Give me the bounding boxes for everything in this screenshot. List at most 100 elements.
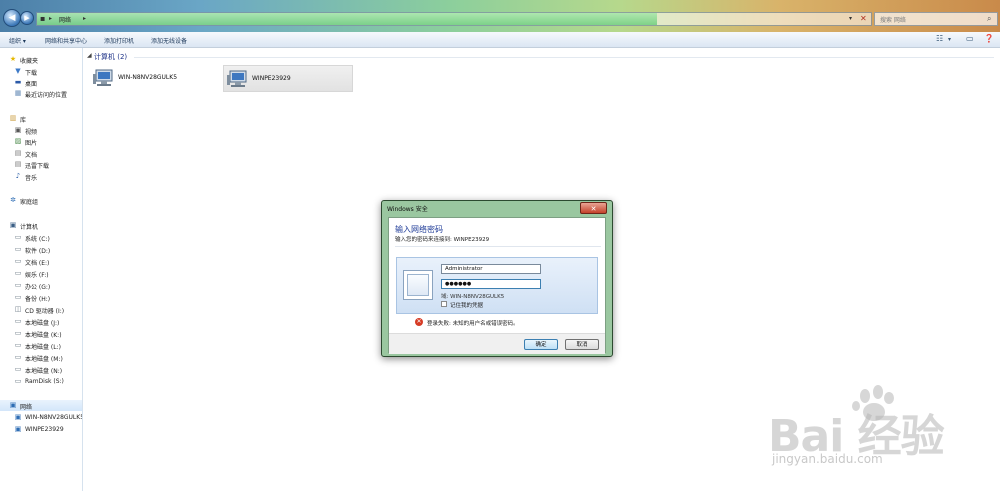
network-icon: ▣	[9, 401, 17, 409]
add-printer-button[interactable]: 添加打印机	[104, 36, 134, 45]
nav-item-desktop[interactable]: ▬ 桌面	[0, 77, 82, 88]
watermark-url: jingyan.baidu.com	[772, 452, 883, 466]
forward-arrow-icon[interactable]: ▶	[20, 11, 34, 25]
computer-name: WINPE23929	[252, 75, 291, 82]
network-sharing-center-button[interactable]: 网络和共享中心	[45, 36, 87, 45]
star-icon: ★	[9, 55, 17, 63]
network-computer-icon	[227, 70, 247, 87]
nav-item-drive-g[interactable]: ▭ 办公 (G:)	[0, 280, 82, 291]
computer-tile-selected[interactable]: WINPE23929	[223, 65, 353, 92]
organize-button[interactable]: 组织 ▾	[9, 36, 26, 45]
ok-button[interactable]: 确定	[524, 339, 558, 350]
nav-label: 图片	[25, 140, 38, 147]
nav-label: 本地磁盘 (L:)	[25, 344, 61, 351]
computer-tile[interactable]: WIN-N8NV28GULK5	[90, 65, 220, 92]
nav-network[interactable]: ▣ 网络	[0, 400, 82, 411]
search-box[interactable]: 搜索 网络 ⌕	[874, 12, 998, 26]
group-header[interactable]: 计算机 (2)	[94, 52, 127, 62]
drive-icon: ▭	[14, 317, 22, 325]
nav-label: WINPE23929	[25, 426, 64, 433]
music-icon: ♪	[15, 172, 21, 180]
nav-item-recent-places[interactable]: ▦ 最近访问的位置	[0, 88, 82, 99]
drive-icon: ▭	[14, 293, 22, 301]
nav-item-drive-k[interactable]: ▭ 本地磁盘 (K:)	[0, 328, 82, 339]
nav-label: 娱乐 (F:)	[25, 272, 49, 279]
domain-label: 域: WIN-N8NV28GULK5	[441, 294, 505, 300]
add-wireless-device-button[interactable]: 添加无线设备	[151, 36, 187, 45]
breadcrumb-chevron-icon[interactable]: ▸	[49, 14, 52, 24]
nav-label: 办公 (G:)	[25, 284, 51, 291]
network-computer-icon	[93, 69, 113, 86]
nav-item-drive-n[interactable]: ▭ 本地磁盘 (N:)	[0, 364, 82, 375]
nav-item-music[interactable]: ♪ 音乐	[0, 171, 82, 182]
help-icon[interactable]: ❓	[984, 34, 994, 43]
nav-item-pictures[interactable]: ▨ 图片	[0, 136, 82, 147]
nav-item-documents[interactable]: ▤ 文档	[0, 148, 82, 159]
back-arrow-icon[interactable]: ◀	[3, 9, 21, 27]
computer-icon: ▣	[9, 221, 17, 229]
remember-label[interactable]: 记住我的凭据	[450, 301, 483, 309]
nav-item-drive-c[interactable]: ▭ 系统 (C:)	[0, 232, 82, 243]
nav-libraries[interactable]: ▥ 库	[0, 113, 82, 124]
nav-item-videos[interactable]: ▣ 视频	[0, 125, 82, 136]
nav-item-downloads[interactable]: ▼ 下载	[0, 66, 82, 77]
nav-label: 文档 (E:)	[25, 260, 50, 267]
nav-item-drive-i[interactable]: ◫ CD 驱动器 (I:)	[0, 304, 82, 315]
nav-item-drive-s[interactable]: ▭ RamDisk (S:)	[0, 376, 82, 387]
nav-homegroup[interactable]: ✲ 家庭组	[0, 195, 82, 206]
network-computer-icon: ▣	[14, 413, 22, 421]
drive-icon: ▭	[14, 245, 22, 253]
search-icon[interactable]: ⌕	[987, 14, 991, 24]
video-icon: ▣	[14, 126, 22, 134]
nav-item-network-computer[interactable]: ▣ WIN-N8NV28GULK5	[0, 412, 82, 423]
nav-label: 软件 (D:)	[25, 248, 51, 255]
breadcrumb-chevron-icon[interactable]: ▸	[83, 14, 86, 24]
download-folder-icon: ▼	[15, 67, 21, 75]
address-bar[interactable]: ▪ ▸ 网络 ▸ ▾ ✕	[36, 12, 872, 26]
nav-item-drive-l[interactable]: ▭ 本地磁盘 (L:)	[0, 340, 82, 351]
cancel-button[interactable]: 取消	[565, 339, 599, 350]
nav-label: 视频	[25, 129, 38, 136]
view-options-icon[interactable]: ☷	[936, 34, 943, 43]
nav-label: 计算机	[20, 224, 39, 231]
drive-icon: ▭	[14, 269, 22, 277]
stop-icon[interactable]: ✕	[860, 14, 867, 24]
nav-label: RamDisk (S:)	[25, 378, 64, 385]
preview-pane-icon[interactable]: ▭	[966, 34, 974, 43]
address-dropdown-icon[interactable]: ▾	[849, 14, 852, 24]
nav-label: 文档	[25, 152, 38, 159]
dialog-body: 输入网络密码 输入您的密码来连接到: WINPE23929 Administra…	[388, 217, 606, 354]
drive-icon: ▭	[14, 341, 22, 349]
nav-label: 系统 (C:)	[25, 236, 50, 243]
drive-icon: ▭	[14, 233, 22, 241]
nav-item-drive-d[interactable]: ▭ 软件 (D:)	[0, 244, 82, 255]
nav-item-drive-f[interactable]: ▭ 娱乐 (F:)	[0, 268, 82, 279]
nav-label: 本地磁盘 (K:)	[25, 332, 62, 339]
nav-label: 收藏夹	[20, 58, 39, 65]
username-value: Administrator	[445, 266, 483, 272]
password-field[interactable]: ●●●●●●	[441, 279, 541, 289]
nav-label: 本地磁盘 (N:)	[25, 368, 63, 375]
close-icon[interactable]: ✕	[580, 202, 607, 214]
address-path[interactable]: 网络	[59, 15, 71, 24]
recent-places-icon: ▦	[14, 89, 22, 97]
search-input[interactable]: 搜索 网络	[880, 15, 906, 24]
credential-tile[interactable]: Administrator ●●●●●● 域: WIN-N8NV28GULK5 …	[396, 257, 598, 314]
nav-item-drive-j[interactable]: ▭ 本地磁盘 (J:)	[0, 316, 82, 327]
nav-computer[interactable]: ▣ 计算机	[0, 220, 82, 231]
nav-item-xunlei-downloads[interactable]: ▤ 迅雷下载	[0, 159, 82, 170]
drive-icon: ▭	[14, 329, 22, 337]
nav-item-drive-h[interactable]: ▭ 备份 (H:)	[0, 292, 82, 303]
view-dropdown-icon[interactable]: ▾	[948, 36, 951, 43]
nav-item-drive-e[interactable]: ▭ 文档 (E:)	[0, 256, 82, 267]
nav-item-drive-m[interactable]: ▭ 本地磁盘 (M:)	[0, 352, 82, 363]
group-divider	[134, 57, 994, 58]
username-field[interactable]: Administrator	[441, 264, 541, 274]
address-progress-fill	[37, 13, 657, 25]
nav-label: 本地磁盘 (J:)	[25, 320, 60, 327]
nav-favorites[interactable]: ★ 收藏夹	[0, 54, 82, 65]
group-collapse-icon[interactable]: ◢	[87, 52, 92, 59]
remember-checkbox[interactable]	[441, 301, 447, 307]
library-icon: ▥	[9, 114, 17, 122]
nav-item-network-computer[interactable]: ▣ WINPE23929	[0, 424, 82, 435]
